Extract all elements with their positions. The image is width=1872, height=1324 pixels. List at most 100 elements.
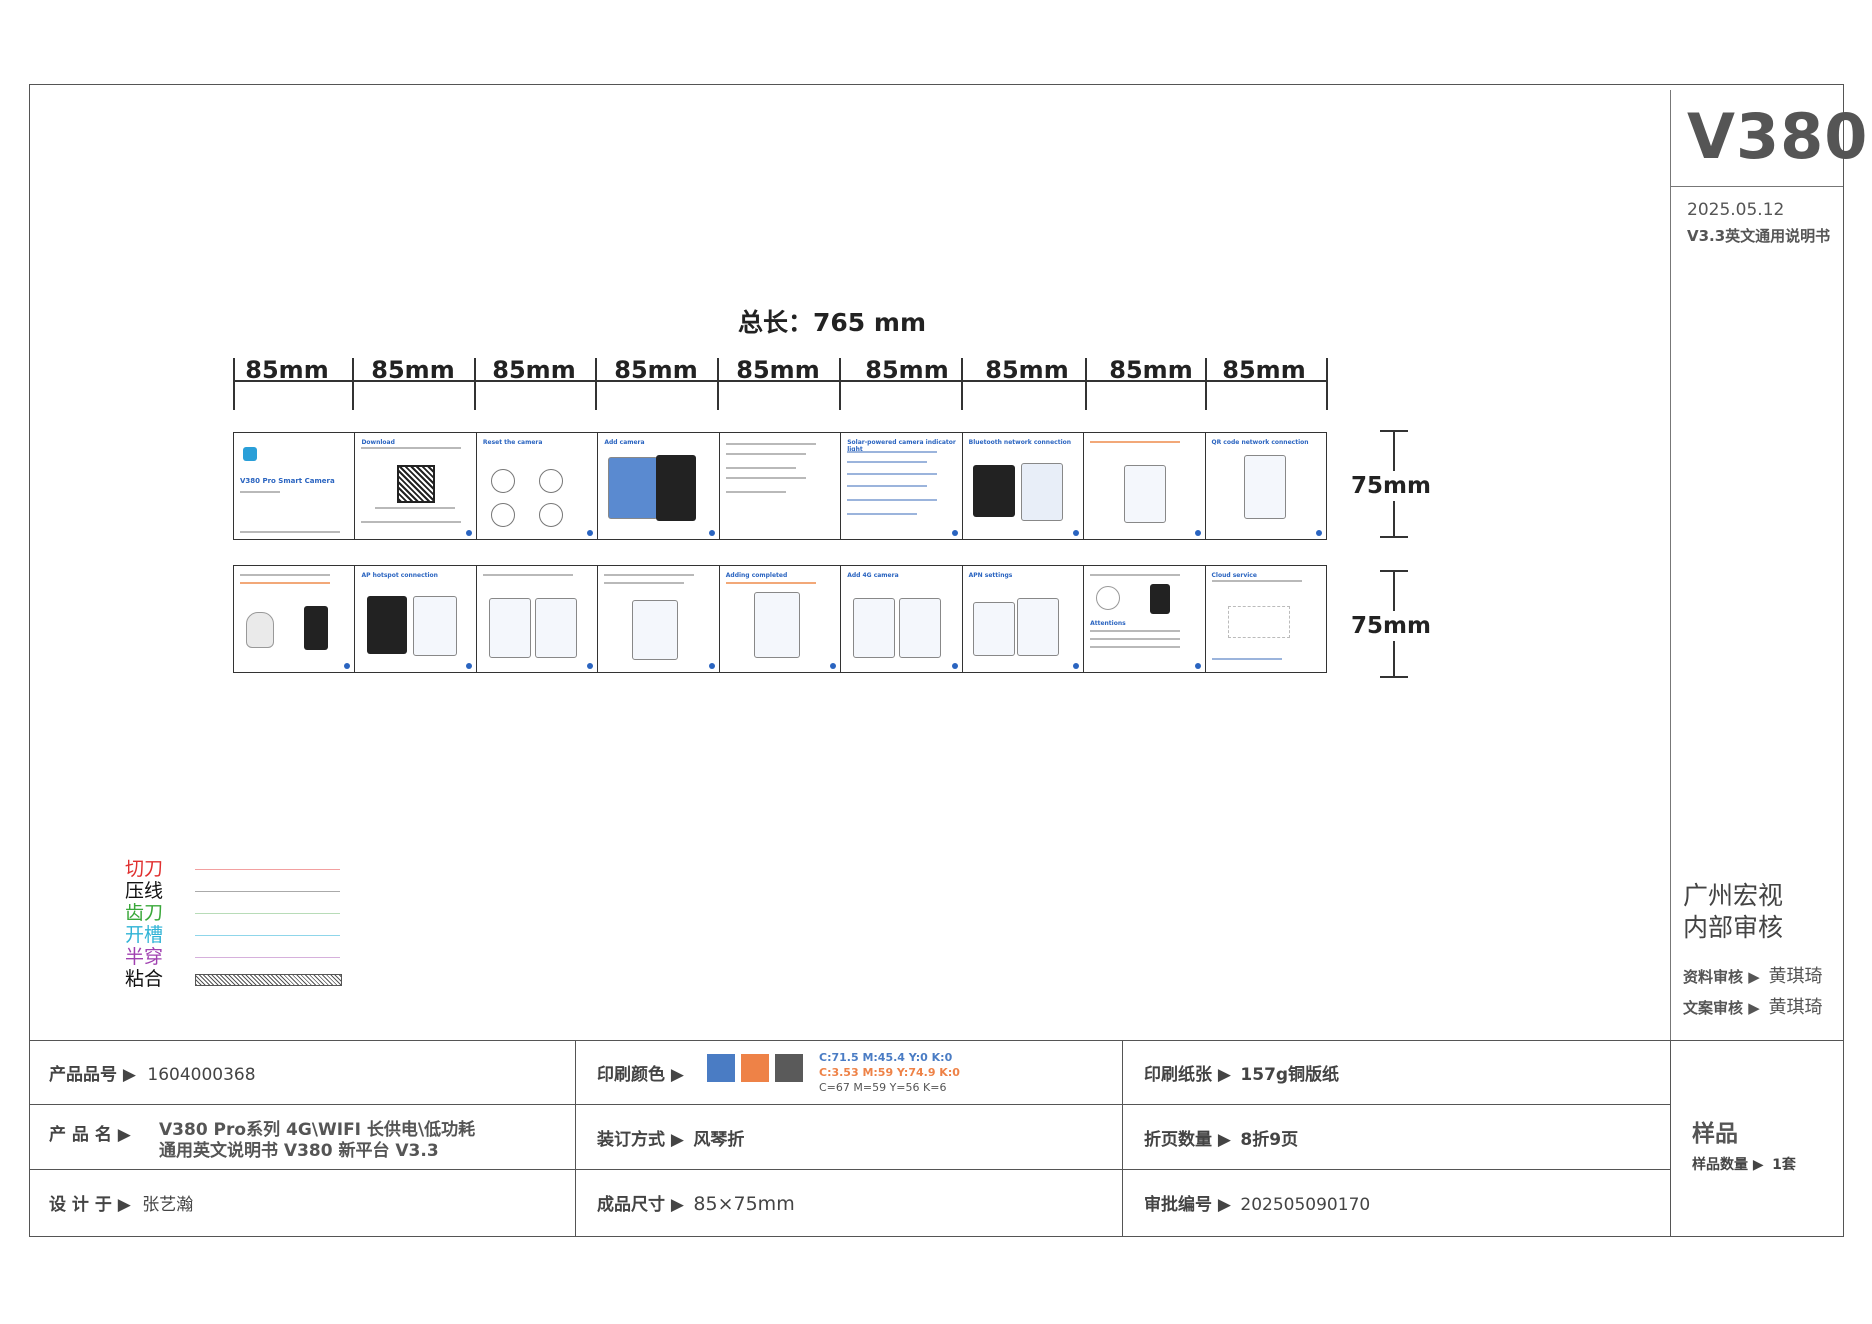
phone-screen xyxy=(656,455,697,521)
legend-line xyxy=(195,935,340,936)
manual-panel: QR code network connection xyxy=(1205,433,1326,539)
paper-cell: 印刷纸张 ▶ 157g铜版纸 xyxy=(1144,1060,1339,1085)
legend-line xyxy=(195,891,340,892)
phone-screen xyxy=(1124,465,1167,523)
table-border xyxy=(29,1104,1671,1105)
legend-item: 切刀 xyxy=(125,858,345,880)
text-line xyxy=(847,461,928,463)
copy-review-label: 文案审核 ▶ xyxy=(1683,999,1760,1017)
page-number-icon xyxy=(951,663,958,669)
product-name-line2: 通用英文说明书 V380 新平台 V3.3 xyxy=(159,1141,439,1161)
text-line xyxy=(1090,646,1181,648)
text-line xyxy=(1090,574,1181,576)
qr-code-icon xyxy=(397,465,436,503)
page-number-icon xyxy=(1073,663,1080,669)
manual-panels-front: V380 Pro Smart Camera Download Reset the… xyxy=(233,432,1327,540)
table-border xyxy=(1670,1040,1671,1237)
manual-panel: AP hotspot connection xyxy=(355,566,477,672)
product-number: 1604000368 xyxy=(147,1065,256,1085)
sample-title: 样品 xyxy=(1692,1121,1738,1147)
phone-screen xyxy=(608,457,659,519)
text-line xyxy=(375,507,456,509)
brand-logo-text: V380 xyxy=(1687,100,1869,173)
print-color-cell: 印刷颜色 ▶ xyxy=(597,1060,684,1085)
cloud-features-icon xyxy=(1227,606,1290,638)
panel-title: Reset the camera xyxy=(482,439,543,446)
page-number-icon xyxy=(708,530,715,536)
panel-title: QR code network connection xyxy=(1211,439,1309,446)
material-review: 资料审核 ▶ 黄琪琦 xyxy=(1683,962,1823,988)
cmyk-gray: C=67 M=59 Y=56 K=6 xyxy=(819,1081,947,1094)
material-review-label: 资料审核 ▶ xyxy=(1683,968,1760,986)
text-line xyxy=(847,473,938,475)
legend-item: 压线 xyxy=(125,880,345,902)
table-border xyxy=(29,1169,1671,1170)
segment-label: 85mm xyxy=(614,356,698,384)
legend-item: 粘合 xyxy=(125,968,345,990)
segment-label: 85mm xyxy=(1109,356,1193,384)
gray-swatch xyxy=(775,1054,803,1082)
binding-cell: 装订方式 ▶ 风琴折 xyxy=(597,1125,744,1150)
segment-label: 85mm xyxy=(865,356,949,384)
text-line xyxy=(1211,658,1282,660)
page-number-icon xyxy=(708,663,715,669)
text-line xyxy=(725,453,806,455)
legend-label: 粘合 xyxy=(125,968,164,990)
segment-label: 85mm xyxy=(1222,356,1306,384)
panel-title: Bluetooth network connection xyxy=(968,439,1072,446)
text-line xyxy=(361,447,462,449)
issue-date: 2025.05.12 xyxy=(1687,200,1785,220)
panel-title: V380 Pro Smart Camera xyxy=(240,477,335,485)
binding-method: 风琴折 xyxy=(693,1130,745,1150)
height-label: 75mm xyxy=(1351,471,1431,501)
legend-line xyxy=(195,913,340,914)
phone-screen xyxy=(1150,584,1171,614)
legend-label: 齿刀 xyxy=(125,902,164,924)
segment-label: 85mm xyxy=(736,356,820,384)
phone-screen xyxy=(1243,455,1286,519)
product-name: V380 Pro系列 4G\WIFI 长供电\低功耗 通用英文说明书 V380 … xyxy=(159,1120,475,1162)
manual-panel: Add 4G camera xyxy=(841,566,963,672)
approval-cell: 审批编号 ▶ 202505090170 xyxy=(1144,1190,1370,1215)
cmyk-blue: C:71.5 M:45.4 Y:0 K:0 xyxy=(819,1051,953,1064)
paper-label: 印刷纸张 ▶ xyxy=(1144,1065,1231,1085)
phone-screen xyxy=(304,606,328,650)
dimension-tick xyxy=(839,358,841,410)
legend-label: 切刀 xyxy=(125,858,164,880)
text-line xyxy=(725,477,806,479)
table-border xyxy=(1122,1040,1123,1237)
product-name-cell: 产 品 名 ▶ xyxy=(49,1120,131,1145)
legend-item: 半穿 xyxy=(125,946,345,968)
spec-table: 产品品号 ▶ 1604000368 产 品 名 ▶ V380 Pro系列 4G\… xyxy=(29,1040,1844,1237)
text-line xyxy=(847,485,928,487)
legend-item: 齿刀 xyxy=(125,902,345,924)
text-line xyxy=(725,467,796,469)
phone-screen xyxy=(632,600,679,660)
manual-panel: Download xyxy=(355,433,477,539)
cmyk-orange: C:3.53 M:59 Y:74.9 K:0 xyxy=(819,1066,960,1079)
binding-label: 装订方式 ▶ xyxy=(597,1130,684,1150)
designer-label: 设 计 于 ▶ xyxy=(49,1195,131,1215)
manual-panels-back: AP hotspot connection Adding completed A… xyxy=(233,565,1327,673)
text-line xyxy=(361,521,462,523)
panel-title: Adding completed xyxy=(725,572,788,579)
text-line xyxy=(240,574,330,576)
panel-title: Add 4G camera xyxy=(847,572,899,579)
sample-quantity-cell: 样品数量 ▶ 1套 xyxy=(1692,1154,1796,1174)
camera-diagram-icon xyxy=(490,503,515,527)
pages-cell: 折页数量 ▶ 8折9页 xyxy=(1144,1125,1298,1150)
page-number-icon xyxy=(344,663,351,669)
text-line xyxy=(725,491,786,493)
text-line xyxy=(725,443,816,445)
text-line xyxy=(847,513,918,515)
size-cell: 成品尺寸 ▶ 85×75mm xyxy=(597,1190,795,1215)
manual-panel xyxy=(476,566,599,672)
dimension-tick xyxy=(1326,358,1328,410)
phone-screen xyxy=(413,596,458,656)
legend-hatch xyxy=(195,974,342,986)
text-line xyxy=(847,499,938,501)
designer-cell: 设 计 于 ▶ 张艺瀚 xyxy=(49,1190,193,1215)
camera-icon xyxy=(246,612,274,648)
camera-diagram-icon xyxy=(538,503,563,527)
table-border xyxy=(575,1040,576,1237)
